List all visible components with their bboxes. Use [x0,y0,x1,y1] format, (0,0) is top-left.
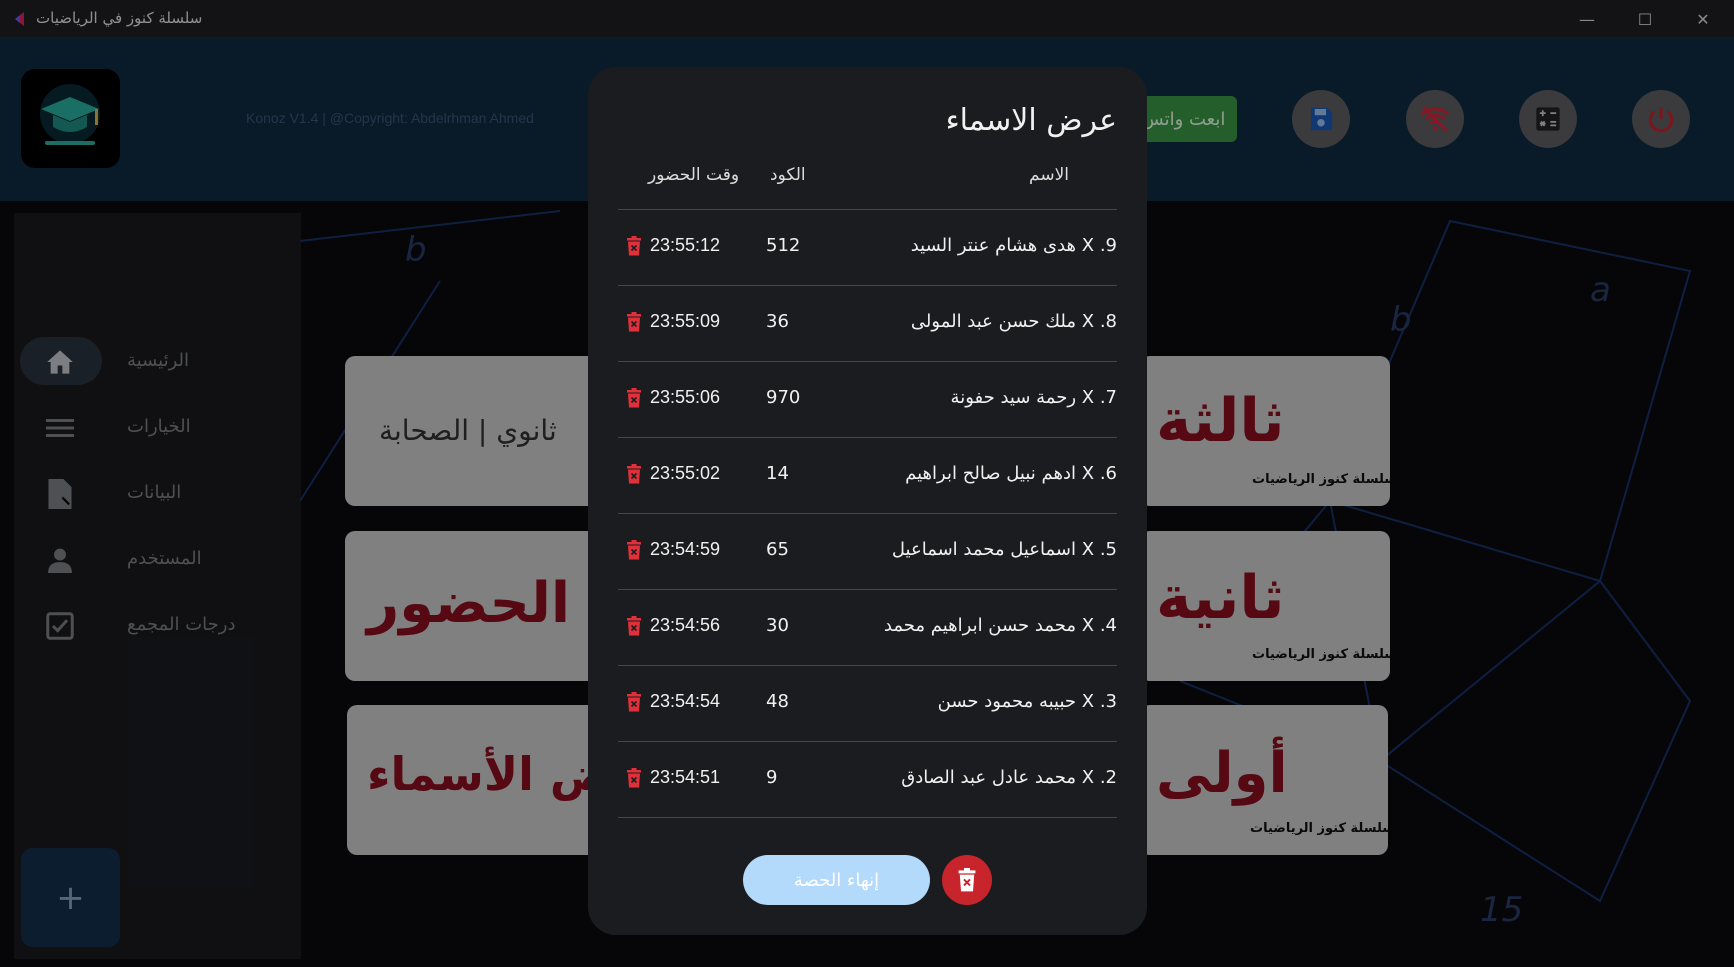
table-row: 23:54:51 9 2. X محمد عادل عبد الصادق [618,742,1117,818]
end-session-button[interactable]: إنهاء الحصة [743,855,930,905]
column-header-time: وقت الحضور [648,165,740,185]
row-name: 4. X محمد حسن ابراهيم محمد [883,615,1117,636]
table-row: 23:55:09 36 8. X ملك حسن عبد المولى [618,286,1117,362]
row-time: 23:54:51 [650,767,721,787]
row-code: 30 [766,615,789,636]
table-row: 23:55:06 970 7. X رحمة سيد حفونة [618,362,1117,438]
row-code: 36 [766,311,789,332]
trash-icon [958,868,976,892]
row-name: 7. X رحمة سيد حفونة [950,387,1117,408]
row-time: 23:55:12 [650,235,721,255]
row-code: 48 [766,691,789,712]
row-time: 23:55:09 [650,311,721,331]
row-name: 6. X ادهم نبيل صالح ابراهيم [905,463,1117,484]
dialog-title: عرض الاسماء [945,103,1117,138]
delete-row-icon[interactable] [626,312,642,332]
row-time: 23:54:54 [650,691,721,711]
delete-row-icon[interactable] [626,540,642,560]
row-name: 3. X حبيبه محمود حسن [937,691,1117,712]
column-header-code: الكود [770,165,806,185]
row-time: 23:54:59 [650,539,721,559]
row-code: 9 [766,767,778,788]
table-row: 23:55:02 14 6. X ادهم نبيل صالح ابراهيم [618,438,1117,514]
names-dialog: عرض الاسماء الاسم الكود وقت الحضور 23:55… [588,67,1147,935]
delete-row-icon[interactable] [626,616,642,636]
delete-row-icon[interactable] [626,768,642,788]
table-row: 23:55:12 512 9. X هدى هشام عنتر السيد [618,210,1117,286]
row-name: 5. X اسماعيل محمد اسماعيل [891,539,1117,560]
row-code: 970 [766,387,801,408]
row-name: 2. X محمد عادل عبد الصادق [901,767,1117,788]
row-time: 23:54:56 [650,615,721,635]
table-row: 23:54:56 30 4. X محمد حسن ابراهيم محمد [618,590,1117,666]
column-header-name: الاسم [1029,165,1069,185]
row-time: 23:55:02 [650,463,721,483]
row-name: 9. X هدى هشام عنتر السيد [910,235,1117,256]
row-time: 23:55:06 [650,387,721,407]
row-code: 14 [766,463,789,484]
delete-row-icon[interactable] [626,464,642,484]
table-row: 23:54:59 65 5. X اسماعيل محمد اسماعيل [618,514,1117,590]
delete-all-button[interactable] [942,855,992,905]
table-row: 23:54:54 48 3. X حبيبه محمود حسن [618,666,1117,742]
divider [618,817,1117,818]
row-code: 65 [766,539,789,560]
row-name: 8. X ملك حسن عبد المولى [910,311,1117,332]
row-code: 512 [766,235,801,256]
delete-row-icon[interactable] [626,388,642,408]
delete-row-icon[interactable] [626,236,642,256]
delete-row-icon[interactable] [626,692,642,712]
